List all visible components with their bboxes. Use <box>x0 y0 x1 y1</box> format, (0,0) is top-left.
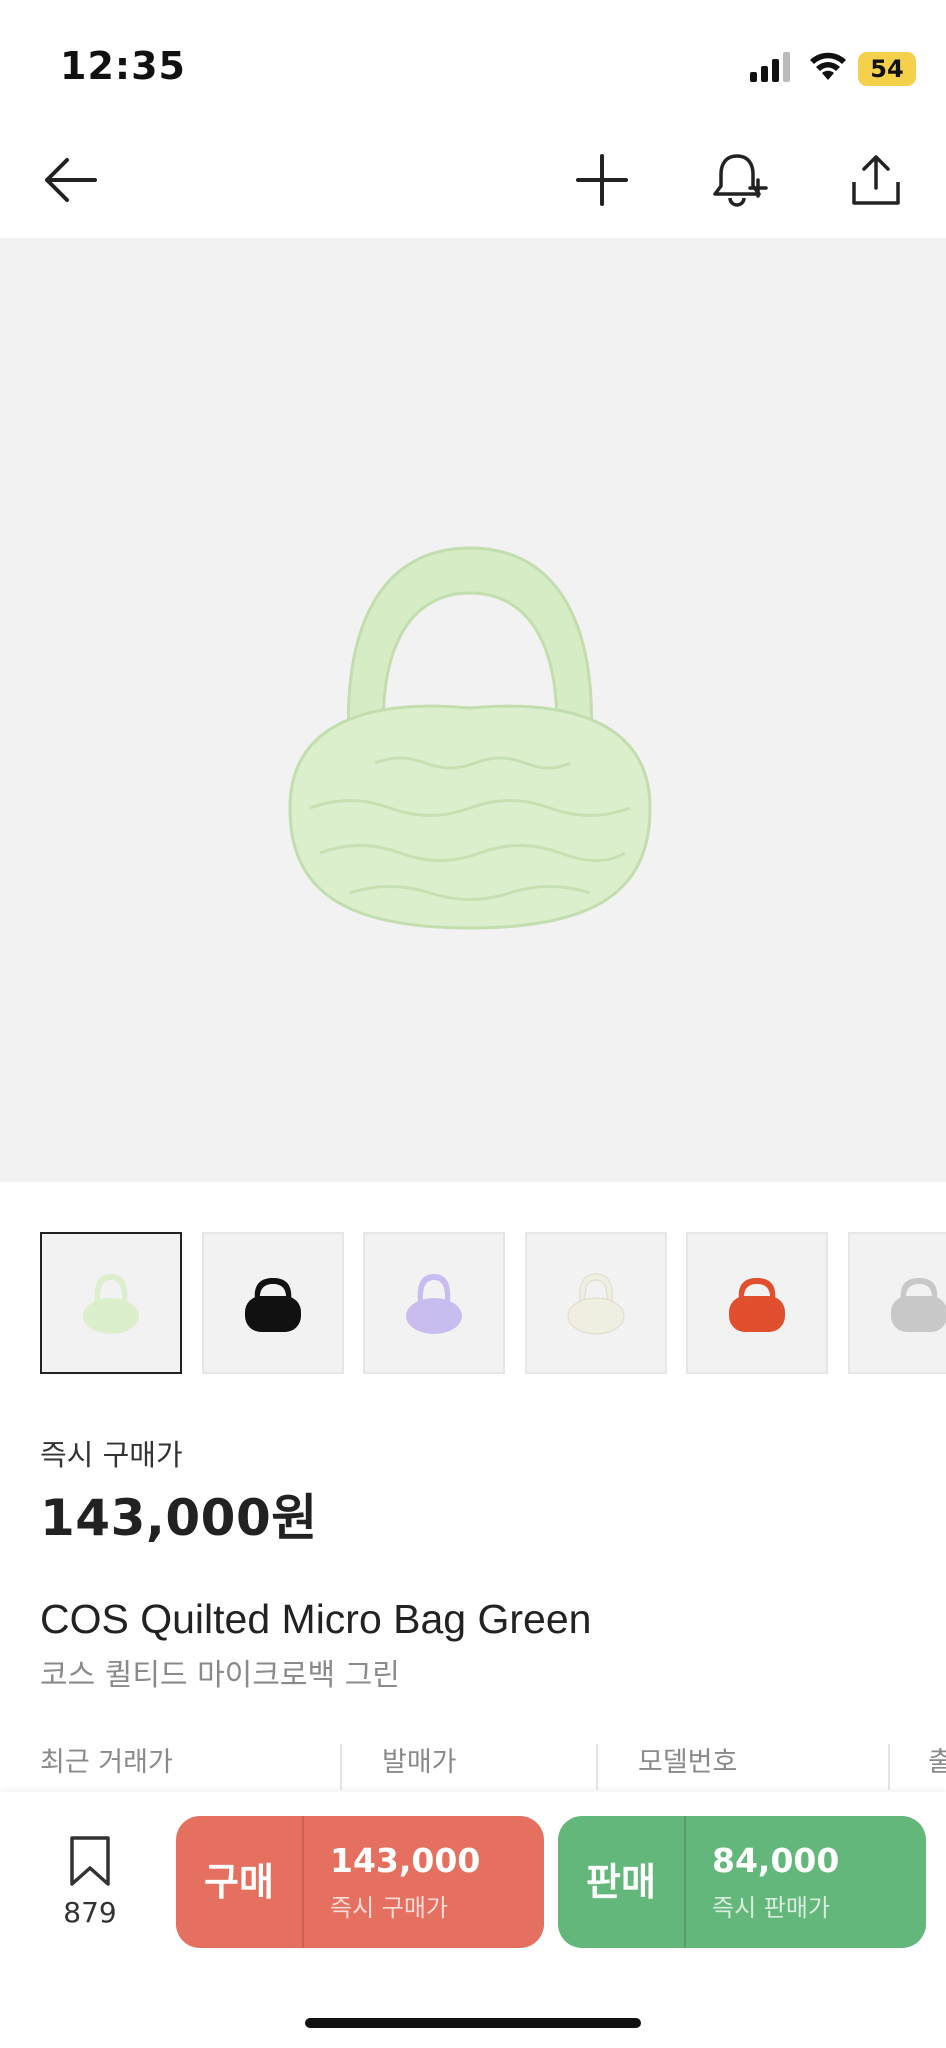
share-icon <box>852 155 900 205</box>
info-divider <box>596 1744 598 1790</box>
sell-button[interactable]: 판매 84,000 즉시 판매가 <box>558 1816 926 1948</box>
model-number-label: 모델번호 <box>638 1747 738 1778</box>
product-title: COS Quilted Micro Bag Green <box>40 1596 592 1642</box>
share-button[interactable] <box>836 140 916 220</box>
sell-price: 84,000 <box>712 1841 840 1880</box>
price-alert-button[interactable] <box>700 140 780 220</box>
product-info-row: 최근 거래가 발매가 모델번호 출 <box>0 1740 946 1790</box>
instant-buy-price: 143,000원 <box>40 1489 318 1547</box>
wishlist-button[interactable]: 879 <box>50 1834 130 1929</box>
buy-price: 143,000 <box>330 1841 481 1880</box>
status-bar: 12:35 54 <box>0 0 946 130</box>
recent-trade-label: 최근 거래가 <box>40 1747 173 1778</box>
product-title-korean: 코스 퀼티드 마이크로백 그린 <box>40 1658 400 1693</box>
thumbnail-strip <box>40 1232 946 1374</box>
buy-label: 구매 <box>176 1816 304 1948</box>
bottom-action-bar: 879 구매 143,000 즉시 구매가 판매 84,000 즉시 판매가 <box>0 1792 946 2048</box>
cellular-signal-icon <box>750 52 790 82</box>
thumbnail-green[interactable] <box>40 1232 182 1374</box>
thumbnail-cream[interactable] <box>525 1232 667 1374</box>
bookmark-icon <box>70 1836 110 1886</box>
arrow-left-icon <box>45 158 97 202</box>
bag-thumbnail-icon <box>406 1274 462 1334</box>
battery-indicator: 54 <box>858 52 916 86</box>
info-divider <box>888 1744 890 1790</box>
release-price-label: 발매가 <box>382 1747 457 1778</box>
buy-button[interactable]: 구매 143,000 즉시 구매가 <box>176 1816 544 1948</box>
add-to-collection-button[interactable] <box>562 140 642 220</box>
sell-label: 판매 <box>558 1816 686 1948</box>
wishlist-count: 879 <box>63 1896 117 1929</box>
quilted-bag-image <box>288 546 652 930</box>
thumbnail-black[interactable] <box>202 1232 344 1374</box>
buy-sub-label: 즉시 구매가 <box>330 1894 449 1922</box>
bag-thumbnail-icon <box>891 1278 946 1332</box>
bag-thumbnail-icon <box>245 1278 301 1332</box>
instant-buy-price-label: 즉시 구매가 <box>40 1438 183 1472</box>
thumbnail-lilac[interactable] <box>363 1232 505 1374</box>
plus-icon <box>576 154 628 206</box>
thumbnail-silver[interactable] <box>848 1232 946 1374</box>
home-indicator <box>305 2018 641 2028</box>
release-date-label: 출 <box>928 1747 946 1778</box>
wifi-icon <box>810 52 846 80</box>
sell-sub-label: 즉시 판매가 <box>712 1894 831 1922</box>
bag-thumbnail-icon <box>729 1278 785 1332</box>
bell-plus-icon <box>713 154 768 207</box>
product-image[interactable] <box>0 238 946 1182</box>
thumbnail-orange[interactable] <box>686 1232 828 1374</box>
info-divider <box>340 1744 342 1790</box>
status-time: 12:35 <box>60 44 186 88</box>
bag-thumbnail-icon <box>83 1274 139 1334</box>
back-button[interactable] <box>30 140 110 220</box>
bag-thumbnail-icon <box>567 1273 625 1335</box>
